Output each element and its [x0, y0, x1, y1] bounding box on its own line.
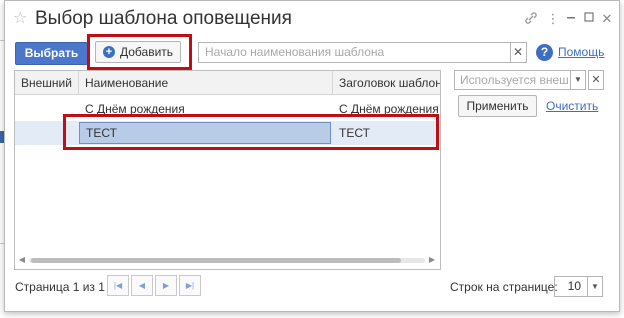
dialog-title: Выбор шаблона оповещения [35, 8, 292, 29]
page-indicator: Страница 1 из 1 [15, 280, 105, 294]
dialog-window: ☆ Выбор шаблона оповещения ⋮ ✕ Выбрать +… [4, 0, 620, 312]
filter-external-field[interactable]: Используется внеш... [454, 70, 571, 90]
last-page-icon[interactable]: ▶| [179, 275, 201, 296]
column-header-external[interactable]: Внешний [15, 71, 79, 95]
next-page-icon[interactable]: ▶ [155, 275, 177, 296]
previous-page-icon[interactable]: ◀ [131, 275, 153, 296]
add-button[interactable]: + Добавить [95, 41, 181, 63]
scroll-left-icon[interactable]: ◀ [17, 254, 27, 266]
templates-table: Внешний Наименование Заголовок шаблона С… [14, 70, 441, 270]
more-icon[interactable]: ⋮ [545, 11, 561, 27]
star-icon[interactable]: ☆ [13, 11, 29, 27]
rows-per-page-select[interactable]: 10 [554, 276, 588, 297]
table-header: Внешний Наименование Заголовок шаблона [15, 71, 440, 95]
scroll-thumb[interactable] [31, 258, 401, 263]
column-header-name[interactable]: Наименование [79, 71, 333, 95]
horizontal-scrollbar[interactable]: ◀ ▶ [17, 253, 437, 267]
rows-per-page-label: Строк на странице: [450, 280, 558, 294]
screen: ☆ Выбор шаблона оповещения ⋮ ✕ Выбрать +… [0, 0, 624, 318]
maximize-icon[interactable] [581, 11, 597, 27]
close-icon[interactable]: ✕ [599, 11, 615, 27]
plus-icon: + [103, 46, 115, 58]
search-input[interactable]: Начало наименования шаблона [198, 42, 511, 63]
help-link[interactable]: Помощь [558, 45, 604, 59]
minimize-icon[interactable] [563, 11, 579, 27]
search-clear-icon[interactable]: ✕ [510, 42, 527, 63]
scroll-right-icon[interactable]: ▶ [427, 254, 437, 266]
apply-button[interactable]: Применить [458, 95, 537, 117]
highlight-frame-row [63, 114, 439, 150]
clear-link[interactable]: Очистить [546, 99, 598, 113]
filter-clear-icon[interactable]: ✕ [588, 70, 604, 90]
first-page-icon[interactable]: |◀ [107, 275, 129, 296]
select-button[interactable]: Выбрать [15, 42, 88, 65]
add-button-label: Добавить [120, 45, 174, 59]
column-header-title[interactable]: Заголовок шаблона [333, 71, 440, 95]
help-icon[interactable]: ? [536, 44, 553, 61]
chevron-down-icon[interactable]: ▼ [571, 70, 586, 90]
chevron-down-icon[interactable]: ▼ [588, 276, 603, 297]
link-icon[interactable] [523, 11, 539, 27]
